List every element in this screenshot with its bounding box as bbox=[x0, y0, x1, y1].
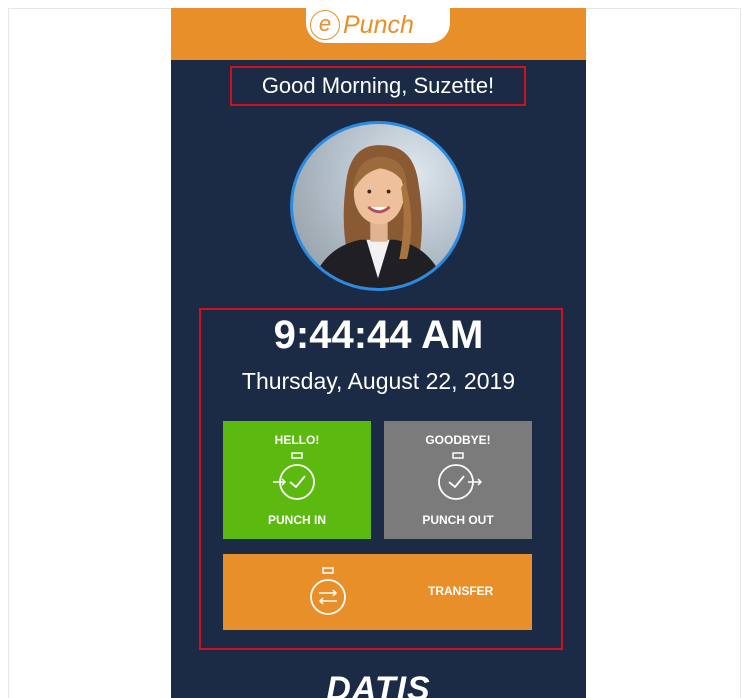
logo-e-mark: e bbox=[310, 10, 340, 40]
epunch-app: e Punch Good Morning, Suzette! 9:44:44 A… bbox=[171, 8, 586, 698]
datis-logo: DATIS bbox=[326, 670, 431, 698]
epunch-logo: e Punch bbox=[306, 8, 450, 43]
stopwatch-arrow-out-icon bbox=[438, 452, 482, 500]
avatar-photo bbox=[310, 145, 446, 288]
app-header: e Punch bbox=[171, 8, 586, 60]
punch-out-greeting: GOODBYE! bbox=[425, 433, 491, 447]
greeting-highlight: Good Morning, Suzette! bbox=[230, 66, 526, 106]
punch-out-button[interactable]: GOODBYE! PUNCH OUT bbox=[384, 421, 532, 539]
logo-text: Punch bbox=[343, 11, 414, 39]
current-time: 9:44:44 AM bbox=[273, 313, 484, 357]
punch-in-label: PUNCH IN bbox=[267, 513, 326, 527]
stopwatch-transfer-icon bbox=[310, 567, 346, 615]
current-date: Thursday, August 22, 2019 bbox=[241, 368, 516, 394]
stopwatch-arrow-in-icon bbox=[273, 452, 315, 500]
punch-in-button[interactable]: HELLO! PUNCH IN bbox=[223, 421, 371, 539]
punch-in-greeting: HELLO! bbox=[274, 433, 320, 447]
greeting-text: Good Morning, Suzette! bbox=[261, 73, 495, 98]
punch-out-label: PUNCH OUT bbox=[422, 513, 494, 527]
transfer-button[interactable]: TRANSFER bbox=[223, 554, 532, 630]
avatar bbox=[290, 121, 466, 291]
transfer-label: TRANSFER bbox=[428, 584, 494, 598]
